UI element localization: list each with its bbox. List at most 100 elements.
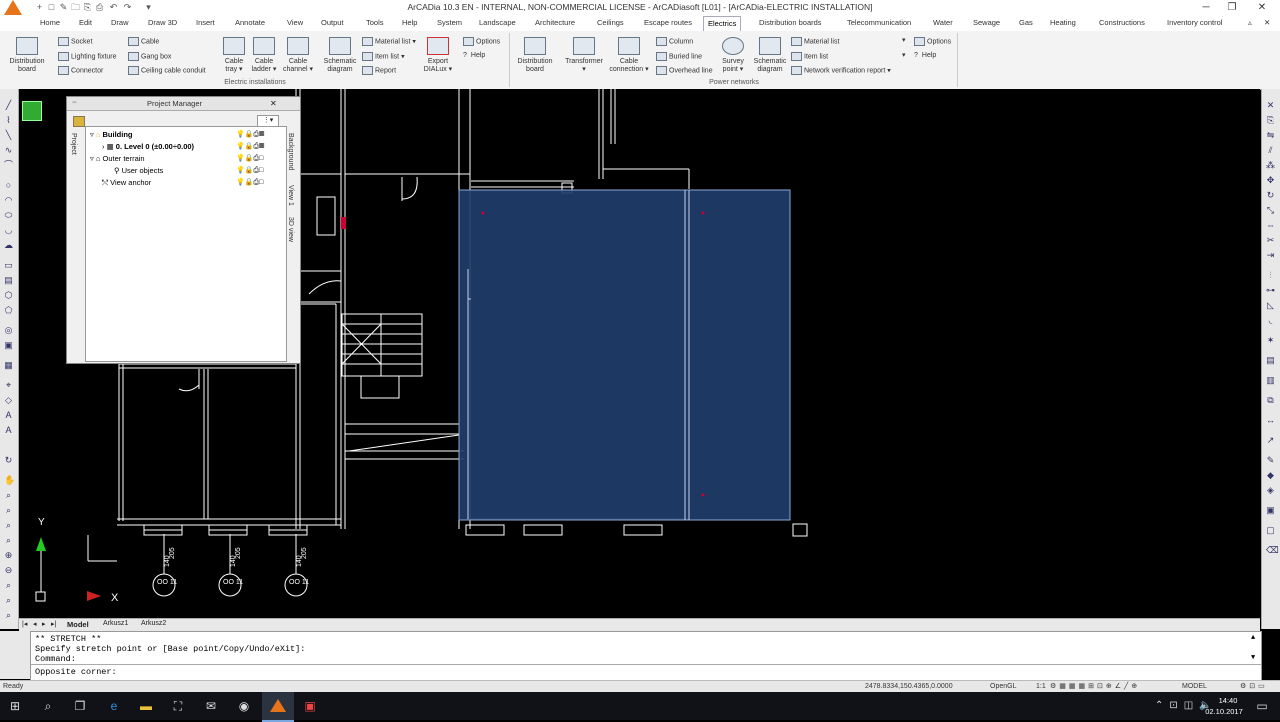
tab-prev-icon[interactable]: ◂ — [33, 620, 37, 628]
wipeout-tool-icon[interactable]: ◇ — [4, 396, 13, 405]
gang-box-button[interactable]: Gang box — [128, 52, 171, 61]
layer-status-icon[interactable] — [22, 101, 42, 121]
block-tool-icon[interactable]: ▣ — [4, 341, 13, 350]
ungroup-icon[interactable]: ▢ — [1266, 526, 1275, 535]
lock-icon[interactable] — [73, 116, 85, 127]
zoom-extents-icon[interactable]: ⌕ — [4, 596, 13, 605]
store-icon[interactable]: ⛶ — [170, 698, 186, 714]
zoom-previous-icon[interactable]: ⌕ — [4, 521, 13, 530]
menu-telecommunication[interactable]: Telecommunication — [847, 18, 911, 27]
export-dialux-button[interactable]: Export DIALux ▾ — [421, 37, 455, 74]
project-manager-close-icon[interactable]: ✕ — [270, 99, 277, 108]
circle-tool-icon[interactable]: ○ — [4, 181, 13, 190]
polyline-tool-icon[interactable]: ⌇ — [4, 116, 13, 125]
zoom-realtime-icon[interactable]: ⌕ — [4, 491, 13, 500]
cable-ladder-button[interactable]: Cable ladder ▾ — [249, 37, 279, 74]
zoom-dynamic-icon[interactable]: ⌕ — [4, 536, 13, 545]
opengl-toggle[interactable]: OpenGL — [990, 683, 1016, 690]
tree-node-view-anchor[interactable]: ⤲ View anchor — [102, 178, 151, 188]
text-tool-icon[interactable]: A — [4, 411, 13, 420]
mtext-tool-icon[interactable]: A — [4, 426, 13, 435]
arc-tool-icon[interactable]: ⌒ — [4, 161, 13, 170]
distribution-board-button[interactable]: Distribution board — [5, 37, 49, 74]
zoom-all-icon[interactable]: ⌕ — [4, 581, 13, 590]
mail-icon[interactable]: ✉ — [203, 698, 219, 714]
tab-model[interactable]: Model — [67, 620, 89, 629]
menu-electrics[interactable]: Electrics — [703, 16, 742, 31]
offset-icon[interactable]: ⫽ — [1266, 146, 1275, 155]
options-button-power[interactable]: Options — [914, 37, 951, 46]
dimension-icon[interactable]: ↔ — [1266, 416, 1275, 425]
menu-escape-routes[interactable]: Escape routes — [644, 18, 692, 27]
scroll-up-icon[interactable]: ▲ — [1251, 634, 1255, 642]
regen-icon[interactable]: ↻ — [4, 456, 13, 465]
spline-tool-icon[interactable]: ∿ — [4, 146, 13, 155]
menu-tools[interactable]: Tools — [366, 18, 384, 27]
leader-icon[interactable]: ↗ — [1266, 436, 1275, 445]
chrome-icon[interactable]: ◉ — [236, 698, 252, 714]
close-button[interactable]: ✕ — [1248, 0, 1276, 16]
help-button-power[interactable]: ? Help — [914, 52, 936, 60]
help-button-electric[interactable]: ? Help — [463, 52, 485, 60]
polygon-tool-icon[interactable]: ⬠ — [4, 306, 13, 315]
tree-node-building[interactable]: ▿ ⌂ Building — [90, 130, 132, 139]
visibility-bulb-icon[interactable]: 💡🔒⎙□ — [236, 178, 263, 187]
menu-system[interactable]: System — [437, 18, 462, 27]
power-material-list-button[interactable]: Material list — [791, 37, 839, 46]
menu-annotate[interactable]: Annotate — [235, 18, 265, 27]
menu-inventory-control[interactable]: Inventory control — [1167, 18, 1222, 27]
rectangle-tool-icon[interactable]: ▭ — [4, 261, 13, 270]
ribbon-minimize-icon[interactable]: ▵ — [1248, 18, 1252, 27]
region-tool-icon[interactable]: ⬡ — [4, 291, 13, 300]
point-tool-icon[interactable]: ⌖ — [4, 381, 13, 390]
zoom-object-icon[interactable]: ⌕ — [4, 611, 13, 620]
scale-icon[interactable]: ⤡ — [1266, 206, 1275, 215]
tab-background[interactable]: Background — [287, 133, 294, 170]
array-icon[interactable]: ⁂ — [1266, 161, 1275, 170]
rotate-icon[interactable]: ↻ — [1266, 191, 1275, 200]
menu-water[interactable]: Water — [933, 18, 953, 27]
connector-button[interactable]: Connector — [58, 66, 103, 75]
project-manager-header[interactable]: ⇔ Project Manager ✕ — [67, 97, 300, 111]
scroll-down-icon[interactable]: ▼ — [1251, 654, 1255, 662]
survey-point-button[interactable]: Survey point ▾ — [718, 37, 748, 74]
ceiling-cable-conduit-button[interactable]: Ceiling cable conduit — [128, 66, 206, 75]
app-icon[interactable]: ▣ — [302, 698, 318, 714]
power-schematic-diagram-button[interactable]: Schematic diagram — [752, 37, 788, 74]
cable-connection-button[interactable]: Cable connection ▾ — [606, 37, 652, 74]
layer-icon[interactable]: ⧉ — [1266, 396, 1275, 405]
erase-icon[interactable]: ✕ — [1266, 101, 1275, 110]
fill-color-icon[interactable]: ◈ — [1266, 486, 1275, 495]
mirror-icon[interactable]: ⇋ — [1266, 131, 1275, 140]
edit-text-icon[interactable]: ✎ — [1266, 456, 1275, 465]
menu-distribution-boards[interactable]: Distribution boards — [759, 18, 822, 27]
line-tool-icon[interactable]: ╱ — [4, 101, 13, 110]
ray-tool-icon[interactable]: ╲ — [4, 131, 13, 140]
match-properties-icon[interactable]: ▥ — [1266, 376, 1275, 385]
menu-draw-3d[interactable]: Draw 3D — [148, 18, 177, 27]
schematic-diagram-button[interactable]: Schematic diagram — [322, 37, 358, 74]
move-icon[interactable]: ✥ — [1266, 176, 1275, 185]
menu-landscape[interactable]: Landscape — [479, 18, 516, 27]
transformer-button[interactable]: Transformer ▾ — [562, 37, 606, 74]
column-button[interactable]: Column — [656, 37, 693, 46]
settings-icons[interactable]: ⚙⊡▭ — [1240, 682, 1268, 690]
socket-button[interactable]: Socket — [58, 37, 92, 46]
menu-home[interactable]: Home — [40, 18, 60, 27]
tree-node-outer-terrain[interactable]: ▿ ⌂ Outer terrain — [90, 154, 145, 163]
join-icon[interactable]: ⊶ — [1266, 286, 1275, 295]
tab-project[interactable]: Project — [70, 133, 77, 155]
ribbon-close-icon[interactable]: ✕ — [1264, 18, 1270, 27]
tree-node-user-objects[interactable]: ⚲ User objects — [114, 166, 163, 175]
menu-gas[interactable]: Gas — [1019, 18, 1033, 27]
menu-sewage[interactable]: Sewage — [973, 18, 1000, 27]
cable-button[interactable]: Cable — [128, 37, 159, 46]
menu-help[interactable]: Help — [402, 18, 417, 27]
tab-next-icon[interactable]: ▸ — [42, 620, 46, 628]
tree-node-level[interactable]: › ▦ 0. Level 0 (±0.00÷0.00) — [102, 142, 194, 151]
ellipse-arc-tool-icon[interactable]: ◡ — [4, 226, 13, 235]
annotation-scale[interactable]: 1:1 — [1036, 683, 1046, 690]
trim-icon[interactable]: ✂ — [1266, 236, 1275, 245]
tab-arkusz2[interactable]: Arkusz2 — [141, 620, 166, 627]
menu-output[interactable]: Output — [321, 18, 344, 27]
